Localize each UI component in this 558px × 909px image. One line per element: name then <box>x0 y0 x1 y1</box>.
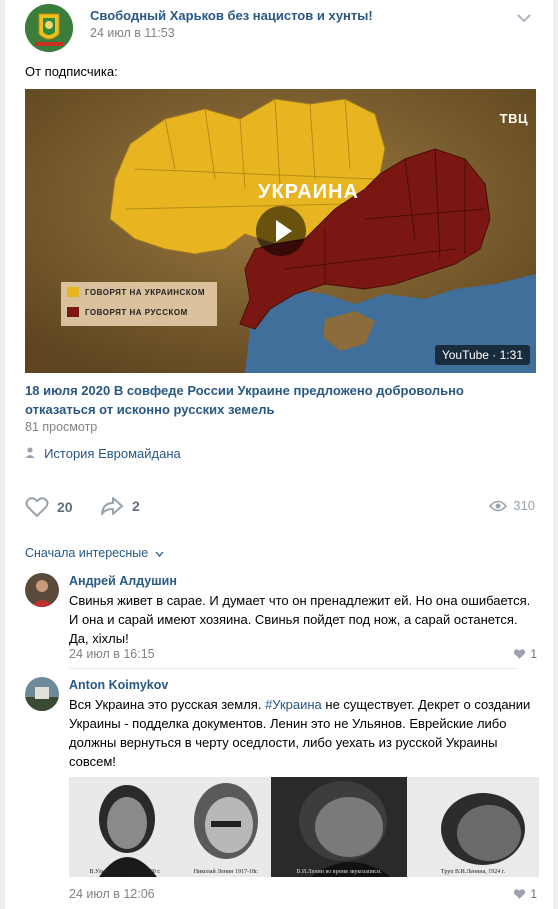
share-button[interactable]: 2 <box>100 496 140 516</box>
comment-text: Свинья живет в сарае. И думает что он пр… <box>69 593 531 646</box>
channel-logo: ТВЦ <box>499 111 528 126</box>
commenter-avatar[interactable] <box>25 573 59 607</box>
source-link[interactable]: История Евромайдана <box>25 446 181 461</box>
view-count: 310 <box>513 498 535 513</box>
post-menu-chevron-icon[interactable] <box>517 10 531 28</box>
heart-icon <box>514 649 526 659</box>
like-button[interactable]: 20 <box>25 496 73 518</box>
map-legend: ГОВОРЯТ НА УКРАИНСКОМ ГОВОРЯТ НА РУССКОМ <box>61 282 217 326</box>
video-title-link[interactable]: 18 июля 2020 В совфеде России Украине пр… <box>25 381 535 419</box>
video-duration-badge: YouTube · 1:31 <box>434 345 530 365</box>
map-title: УКРАИНА <box>258 181 359 203</box>
post-actions: 20 2 310 <box>25 496 535 520</box>
source-label: История Евромайдана <box>44 446 181 461</box>
comment-divider <box>69 668 517 669</box>
eye-icon <box>489 500 508 511</box>
comments-section: Сначала интересные Андрей Алдушин Свинья… <box>5 531 553 909</box>
comment-like-button[interactable]: 1 <box>513 887 537 901</box>
comment-sort-dropdown[interactable]: Сначала интересные <box>25 546 164 560</box>
group-avatar[interactable] <box>25 4 73 52</box>
post-text: От подписчика: <box>25 64 118 79</box>
comment-photo[interactable]: Труп В.И.Ленина, 1924 г. <box>407 777 539 877</box>
comment-text: Вся Украина это русская земля. #Украина … <box>69 695 539 771</box>
comment-item: Андрей Алдушин Свинья живет в сарае. И д… <box>25 573 537 663</box>
photo-caption: В.Ульянов в Самаре, 1890 г. <box>89 869 161 875</box>
share-count: 2 <box>132 498 140 514</box>
comment-text-part: Вся Украина это русская земля. <box>69 697 266 712</box>
legend-swatch-red <box>67 307 79 317</box>
group-name-link[interactable]: Свободный Харьков без нацистов и хунты! <box>90 8 373 23</box>
legend-swatch-yellow <box>67 287 79 297</box>
sort-label: Сначала интересные <box>25 546 149 560</box>
photo-caption: Николай Ленин 1917-18г. <box>193 869 259 875</box>
comment-photo-strip[interactable]: В.Ульянов в Самаре, 1890 г. Николай Лени… <box>69 777 539 877</box>
legend-label: ГОВОРЯТ НА РУССКОМ <box>85 307 188 317</box>
comment-like-count: 1 <box>530 887 537 901</box>
user-icon <box>25 447 38 461</box>
legend-label: ГОВОРЯТ НА УКРАИНСКОМ <box>85 287 206 297</box>
comment-photo[interactable]: Николай Ленин 1917-18г. <box>181 777 271 877</box>
hashtag-link[interactable]: #Украина <box>265 697 322 712</box>
video-views: 81 просмотр <box>25 420 98 434</box>
legend-item: ГОВОРЯТ НА УКРАИНСКОМ <box>67 282 217 302</box>
comment-date[interactable]: 24 июл в 12:06 <box>69 887 155 901</box>
play-icon[interactable] <box>256 206 306 256</box>
comment-item: Anton Koimykov Вся Украина это русская з… <box>25 677 539 907</box>
video-player[interactable]: ТВЦ УКРАИНА ГОВОРЯТ НА УКРАИНСКОМ ГОВОРЯ… <box>25 89 536 373</box>
comment-author-link[interactable]: Андрей Алдушин <box>69 574 177 588</box>
comment-photo[interactable]: В.И.Ленин во время звукозаписи. <box>271 777 407 877</box>
comment-like-count: 1 <box>530 647 537 661</box>
photo-caption: Труп В.И.Ленина, 1924 г. <box>440 869 506 875</box>
heart-icon <box>25 497 49 518</box>
share-arrow-icon <box>101 497 123 515</box>
chevron-down-icon <box>155 551 164 557</box>
photo-caption: В.И.Ленин во время звукозаписи. <box>296 869 382 875</box>
comment-date[interactable]: 24 июл в 16:15 <box>69 647 155 661</box>
comment-like-button[interactable]: 1 <box>513 647 537 661</box>
post-card: Свободный Харьков без нацистов и хунты! … <box>5 0 553 532</box>
like-count: 20 <box>57 499 73 515</box>
heart-icon <box>514 889 526 899</box>
post-date[interactable]: 24 июл в 11:53 <box>90 26 175 40</box>
legend-item: ГОВОРЯТ НА РУССКОМ <box>67 302 217 322</box>
comment-photo[interactable]: В.Ульянов в Самаре, 1890 г. <box>69 777 181 877</box>
commenter-avatar[interactable] <box>25 677 59 711</box>
view-counter: 310 <box>489 498 535 513</box>
comment-author-link[interactable]: Anton Koimykov <box>69 678 168 692</box>
